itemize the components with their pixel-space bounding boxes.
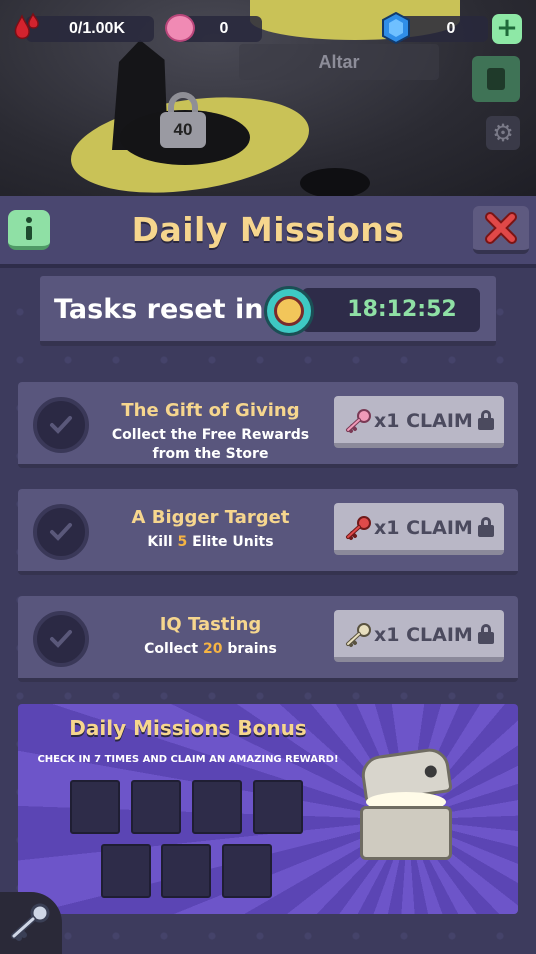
checkmark-icon xyxy=(33,611,89,667)
bone-key-icon xyxy=(346,623,371,647)
timer-value: 18:12:52 xyxy=(347,297,457,322)
claim-button[interactable]: x1 CLAIM xyxy=(334,610,504,662)
mission-title: The Gift of Giving xyxy=(121,400,300,421)
bonus-title: Daily Missions Bonus xyxy=(69,716,307,740)
checkin-slot xyxy=(131,780,181,834)
close-icon xyxy=(485,212,517,244)
checkin-slot xyxy=(161,844,211,898)
keys-button[interactable] xyxy=(0,892,62,954)
claim-label: x1 CLAIM xyxy=(374,410,473,432)
checkin-slot xyxy=(253,780,303,834)
gear-icon: ⚙ xyxy=(492,119,514,147)
panel-title: Daily Missions xyxy=(131,210,405,249)
bonus-subtitle: CHECK IN 7 TIMES AND CLAIM AN AMAZING RE… xyxy=(37,754,339,765)
portal-hole xyxy=(300,168,370,198)
settings-button[interactable]: ⚙ xyxy=(486,116,520,150)
clock-icon xyxy=(264,286,314,336)
book-button[interactable] xyxy=(472,56,520,102)
checkin-slot xyxy=(70,780,120,834)
daily-bonus-card: Daily Missions Bonus CHECK IN 7 TIMES AN… xyxy=(18,704,518,914)
mission-title: A Bigger Target xyxy=(131,507,290,528)
location-label[interactable]: Altar xyxy=(239,44,439,80)
reset-timer: Tasks reset in 18:12:52 xyxy=(40,276,496,346)
claim-label: x1 CLAIM xyxy=(374,624,473,646)
claim-button[interactable]: x1 CLAIM xyxy=(334,396,504,448)
brain-icon xyxy=(165,14,195,42)
timer-value-box: 18:12:52 xyxy=(302,288,480,332)
blood-drop-icon xyxy=(14,12,39,40)
checkmark-icon xyxy=(33,504,89,560)
timer-label: Tasks reset in xyxy=(54,294,264,325)
pink-key-icon xyxy=(346,409,371,433)
book-icon xyxy=(487,68,505,90)
resource-bar: 0/1.00K 0 0 + xyxy=(0,12,536,48)
red-key-icon xyxy=(346,516,371,540)
blue-gem-icon xyxy=(382,12,410,44)
lock-level: 40 xyxy=(160,112,206,148)
key-icon xyxy=(11,903,50,941)
mission-card: A Bigger Target Kill 5 Elite Units x1 CL… xyxy=(18,489,518,575)
padlock-icon xyxy=(478,517,494,537)
daily-missions-panel: Daily Missions Tasks reset in 18:12:52 T… xyxy=(0,196,536,954)
checkin-slot xyxy=(192,780,242,834)
close-button[interactable] xyxy=(473,206,529,254)
blood-counter: 0/1.00K xyxy=(26,16,154,42)
checkmark-icon xyxy=(33,397,89,453)
add-gems-button[interactable]: + xyxy=(492,14,522,44)
mission-card: IQ Tasting Collect 20 brains x1 CLAIM xyxy=(18,596,518,682)
padlock-icon xyxy=(478,624,494,644)
level-lock-icon[interactable]: 40 xyxy=(160,92,206,148)
mission-card: The Gift of Giving Collect the Free Rewa… xyxy=(18,382,518,468)
mission-description: Collect 20 brains xyxy=(144,641,277,657)
mission-description: Kill 5 Elite Units xyxy=(147,534,274,550)
treasure-chest-icon[interactable] xyxy=(356,746,456,862)
panel-header: Daily Missions xyxy=(0,196,536,268)
mission-title: IQ Tasting xyxy=(159,614,262,635)
checkin-slot xyxy=(222,844,272,898)
checkin-slot xyxy=(101,844,151,898)
claim-button[interactable]: x1 CLAIM xyxy=(334,503,504,555)
mission-description: Collect the Free Rewards from the Store xyxy=(111,427,310,462)
claim-label: x1 CLAIM xyxy=(374,517,473,539)
padlock-icon xyxy=(478,410,494,430)
